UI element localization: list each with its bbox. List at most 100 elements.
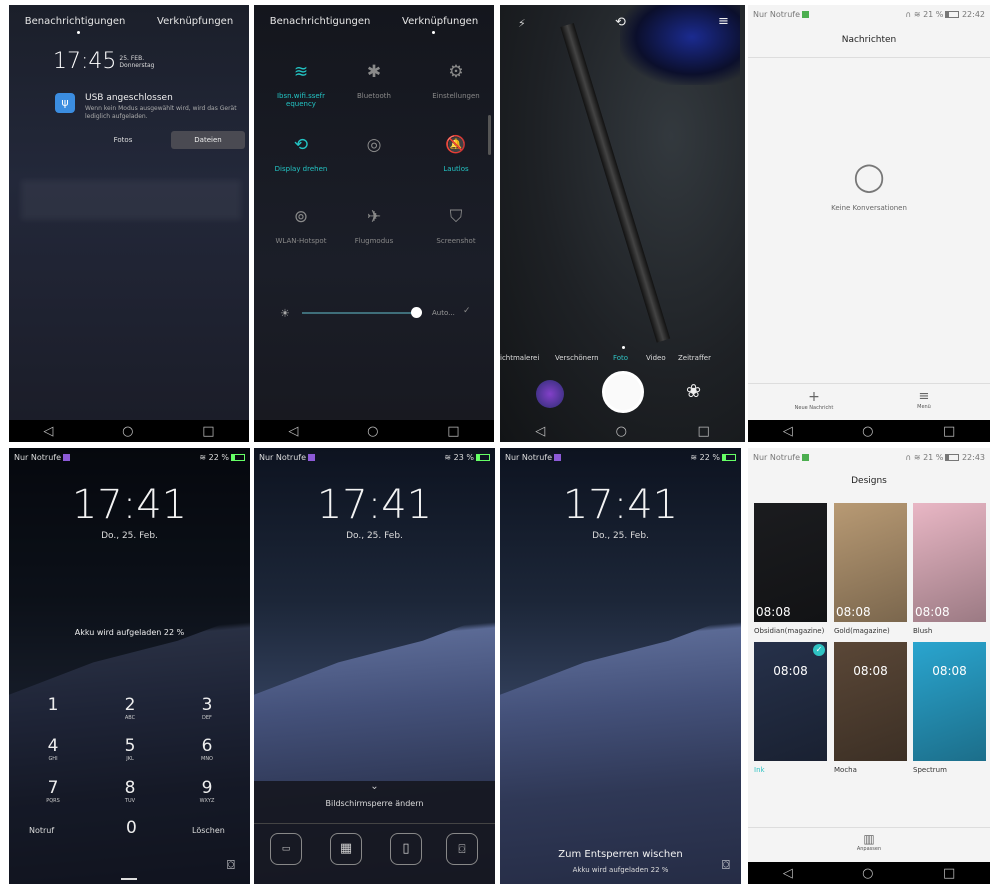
menu-button[interactable]: ≡ Menü xyxy=(884,389,964,410)
wallpaper-dune xyxy=(500,613,741,884)
sim-icon xyxy=(802,10,809,18)
theme-thumbnail[interactable]: 08:08 xyxy=(834,642,907,761)
recents-icon[interactable]: □ xyxy=(697,425,709,438)
usb-notification[interactable]: USB angeschlossen Wenn kein Modus ausgew… xyxy=(85,93,245,121)
home-icon[interactable]: ○ xyxy=(367,425,378,438)
theme-preview-time: 08:08 xyxy=(756,605,791,619)
theme-name: Blush xyxy=(913,627,933,635)
key-0[interactable]: 0 xyxy=(126,818,137,838)
home-icon[interactable]: ○ xyxy=(122,425,133,438)
gallery-thumbnail[interactable] xyxy=(536,380,564,408)
theme-thumbnail[interactable]: 08:08 ✓ xyxy=(754,642,827,761)
scrollbar[interactable] xyxy=(488,115,491,155)
new-message-label: Neue Nachricht xyxy=(794,405,834,411)
quick-setting-label: WLAN-Hotspot xyxy=(275,237,327,245)
pin-key-letters: MNO xyxy=(201,756,213,762)
recents-icon[interactable]: □ xyxy=(943,425,955,438)
calculator-icon[interactable]: ▦ xyxy=(330,833,362,865)
quick-setting-tile[interactable]: ⛉ Screenshot xyxy=(421,207,491,245)
quick-setting-tile[interactable]: ⊚ WLAN-Hotspot xyxy=(266,207,336,245)
recorder-icon[interactable]: ▭ xyxy=(270,833,302,865)
recents-icon[interactable]: □ xyxy=(447,425,459,438)
photos-button[interactable]: Fotos xyxy=(85,131,161,149)
theme-thumbnail[interactable]: 08:08 xyxy=(913,503,986,622)
customize-button[interactable]: ▥ Anpassen xyxy=(748,832,990,852)
pin-key[interactable]: 8 TUV xyxy=(100,778,160,804)
quick-setting-tile[interactable]: 🔕 Lautlos xyxy=(421,135,491,173)
menu-icon[interactable]: ≡ xyxy=(718,14,729,29)
pin-key-digit: 1 xyxy=(47,695,59,715)
tab-notifications[interactable]: Benachrichtigungen xyxy=(270,16,371,27)
filter-icon[interactable]: ❀ xyxy=(686,381,701,402)
theme-thumbnail[interactable]: 08:08 xyxy=(834,503,907,622)
flash-icon[interactable]: ⚡ xyxy=(518,17,526,30)
themes-panel: Nur Notrufe ∩ ≋ 21 % 22:43 Designs 08:08… xyxy=(748,448,990,884)
camera-icon[interactable]: ⌼ xyxy=(227,858,235,873)
home-icon[interactable]: ○ xyxy=(616,425,627,438)
files-button[interactable]: Dateien xyxy=(171,131,245,149)
wifi-icon: ≋ xyxy=(690,452,698,462)
recents-icon[interactable]: □ xyxy=(943,867,955,880)
camera-icon[interactable]: ⌼ xyxy=(446,833,478,865)
check-circle-icon[interactable]: ✓ xyxy=(463,306,471,316)
status-time: 22:42 xyxy=(961,9,985,19)
quick-setting-tile[interactable]: ⚙ Einstellungen xyxy=(421,62,491,100)
shutter-button[interactable] xyxy=(602,371,644,413)
pin-key[interactable]: 3 DEF xyxy=(177,695,237,721)
tab-shortcuts[interactable]: Verknüpfungen xyxy=(157,16,233,27)
wifi-icon: ≋ xyxy=(444,452,452,462)
menu-label: Menü xyxy=(917,404,931,410)
pin-key[interactable]: 5 JKL xyxy=(100,736,160,762)
pin-key[interactable]: 9 WXYZ xyxy=(177,778,237,804)
chat-bubble-icon: ◯ xyxy=(853,160,885,193)
pin-key[interactable]: 2 ABC xyxy=(100,695,160,721)
swipe-indicator xyxy=(121,878,137,880)
change-lock-button[interactable]: Bildschirmsperre ändern xyxy=(254,799,495,808)
home-icon[interactable]: ○ xyxy=(862,867,873,880)
chevron-down-icon[interactable]: ⌄ xyxy=(254,781,495,792)
pin-key[interactable]: 6 MNO xyxy=(177,736,237,762)
quick-setting-tile[interactable]: ≋ Ibsn.wifi.ssefr equency xyxy=(266,62,336,108)
tab-shortcuts[interactable]: Verknüpfungen xyxy=(402,16,478,27)
theme-preview-time: 08:08 xyxy=(836,605,871,619)
camera-mode-item[interactable]: Foto xyxy=(613,354,628,362)
brightness-slider[interactable] xyxy=(302,312,418,314)
nav-bar: ◁ ○ □ xyxy=(9,420,249,442)
back-icon[interactable]: ◁ xyxy=(43,425,53,438)
theme-thumbnail[interactable]: 08:08 xyxy=(754,503,827,622)
camera-mode-item[interactable]: Zeitraffer xyxy=(678,354,711,362)
theme-thumbnail[interactable]: 08:08 xyxy=(913,642,986,761)
pin-key[interactable]: 7 PQRS xyxy=(23,778,83,804)
quick-setting-tile[interactable]: ◎ xyxy=(339,135,409,165)
tab-notifications[interactable]: Benachrichtigungen xyxy=(25,16,126,27)
camera-mode-item[interactable]: ichtmalerei xyxy=(500,354,539,362)
lock-date: Do., 25. Feb. xyxy=(592,531,649,541)
quick-setting-tile[interactable]: ⟲ Display drehen xyxy=(266,135,336,173)
back-icon[interactable]: ◁ xyxy=(783,867,793,880)
theme-name: Obsidian(magazine) xyxy=(754,627,825,635)
camera-icon[interactable]: ⌼ xyxy=(722,858,730,873)
pin-key[interactable]: 1 xyxy=(23,695,83,715)
battery-percent: 23 % xyxy=(453,452,474,462)
back-icon[interactable]: ◁ xyxy=(288,425,298,438)
recents-icon[interactable]: □ xyxy=(202,425,214,438)
pin-key[interactable]: 4 GHI xyxy=(23,736,83,762)
back-icon[interactable]: ◁ xyxy=(535,425,545,438)
back-icon[interactable]: ◁ xyxy=(783,425,793,438)
pin-lockscreen-panel: Nur Notrufe ≋ 22 % 17:41 Do., 25. Feb. A… xyxy=(9,448,250,884)
switch-camera-icon[interactable]: ⟲ xyxy=(615,15,626,30)
new-message-button[interactable]: + Neue Nachricht xyxy=(774,389,854,411)
home-icon[interactable]: ○ xyxy=(862,425,873,438)
brightness-thumb[interactable] xyxy=(411,307,422,318)
delete-button[interactable]: Löschen xyxy=(192,826,225,835)
notif-text: Wenn kein Modus ausgewählt wird, wird da… xyxy=(85,105,237,120)
shortcut-drawer: ⌄ Bildschirmsperre ändern ▭ ▦ ▯ ⌼ xyxy=(254,781,495,884)
battery-icon xyxy=(945,10,960,18)
flashlight-icon[interactable]: ▯ xyxy=(390,833,422,865)
camera-mode-item[interactable]: Video xyxy=(646,354,666,362)
quick-setting-tile[interactable]: ✱ Bluetooth xyxy=(339,62,409,100)
emergency-call-button[interactable]: Notruf xyxy=(29,826,54,835)
plus-icon: + xyxy=(808,389,820,405)
quick-setting-tile[interactable]: ✈ Flugmodus xyxy=(339,207,409,245)
camera-mode-item[interactable]: Verschönern xyxy=(555,354,599,362)
